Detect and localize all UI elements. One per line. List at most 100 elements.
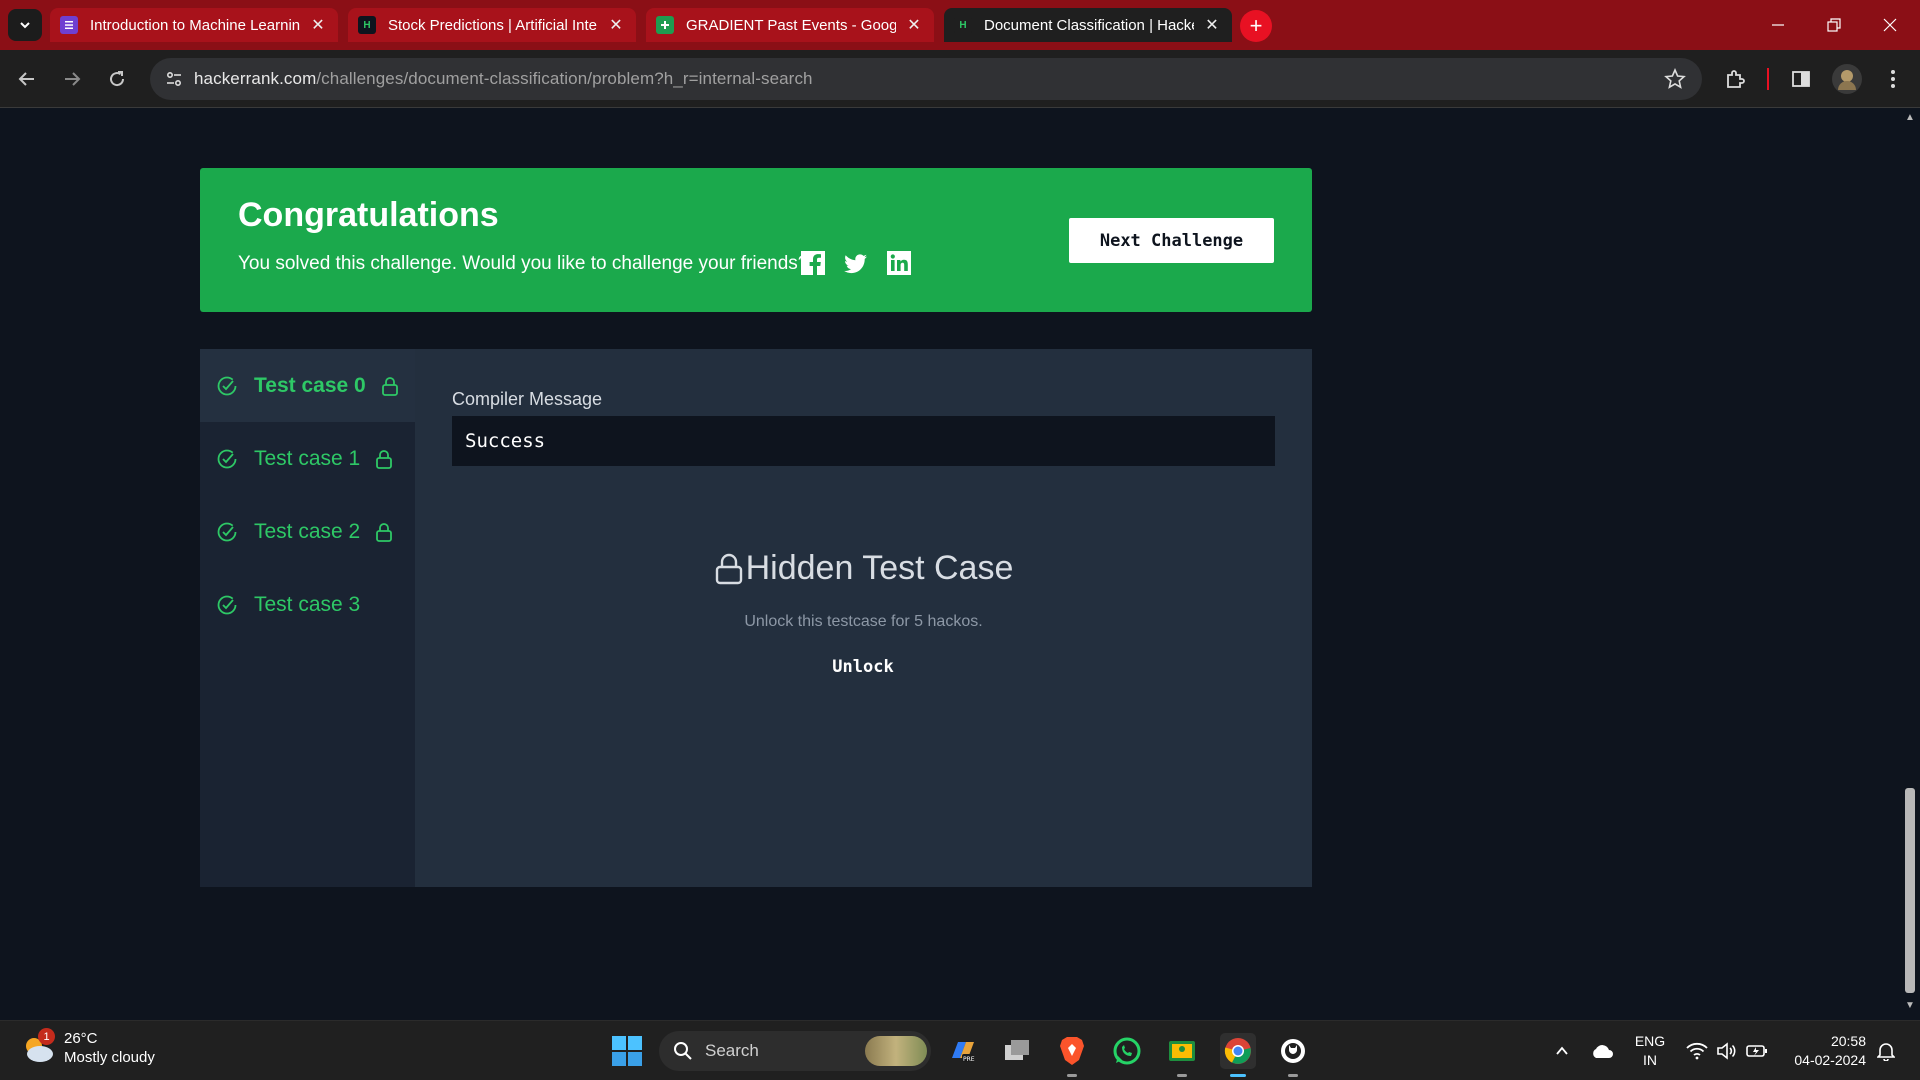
onedrive-button[interactable]: [1586, 1021, 1618, 1080]
close-icon[interactable]: ✕: [308, 15, 328, 35]
taskbar-task-view[interactable]: [999, 1033, 1035, 1069]
onedrive-cloud-icon: [1593, 1045, 1613, 1058]
lock-icon: [376, 449, 393, 469]
bookmark-star-icon[interactable]: [1664, 68, 1686, 90]
hackerrank-icon: H: [358, 16, 376, 34]
side-panel-button[interactable]: [1784, 62, 1818, 96]
test-case-tab-0[interactable]: Test case 0: [200, 349, 415, 422]
windows-start-icon[interactable]: [611, 1035, 643, 1067]
restore-button[interactable]: [1806, 0, 1862, 50]
taskbar-whatsapp[interactable]: [1109, 1033, 1145, 1069]
tab-intro-ml[interactable]: Introduction to Machine Learning ✕: [50, 8, 338, 42]
back-button[interactable]: [10, 62, 44, 96]
brave-icon: [1060, 1037, 1084, 1065]
close-window-button[interactable]: [1862, 0, 1918, 50]
clock-date: 04-02-2024: [1794, 1052, 1866, 1068]
compiler-message-output: Success: [452, 416, 1275, 466]
search-highlight-image: [865, 1036, 927, 1066]
hidden-test-case-subtitle: Unlock this testcase for 5 hackos.: [744, 613, 983, 630]
address-bar[interactable]: hackerrank.com/challenges/document-class…: [150, 58, 1702, 100]
hidden-test-case-heading: Hidden Test Case: [415, 549, 1312, 588]
new-tab-button[interactable]: +: [1240, 10, 1272, 42]
close-icon: [1883, 18, 1897, 32]
test-case-tab-1[interactable]: Test case 1: [200, 422, 415, 495]
close-icon[interactable]: ✕: [904, 15, 924, 35]
facebook-icon[interactable]: [800, 250, 826, 276]
next-challenge-button[interactable]: Next Challenge: [1069, 218, 1274, 263]
toolbar-divider: [1767, 68, 1769, 90]
lock-icon: [715, 553, 742, 584]
scroll-up-arrow-icon[interactable]: ▲: [1903, 112, 1917, 126]
language-code: ENG: [1634, 1033, 1666, 1049]
language-indicator[interactable]: ENG IN: [1630, 1032, 1670, 1070]
tab-search-button[interactable]: [8, 9, 42, 41]
cloudy-weather-icon: 1: [20, 1028, 56, 1066]
test-case-tab-2[interactable]: Test case 2: [200, 495, 415, 568]
running-indicator: [1067, 1074, 1077, 1077]
browser-tab-bar: Introduction to Machine Learning ✕ H Sto…: [0, 0, 1920, 50]
browser-menu-button[interactable]: [1876, 62, 1910, 96]
whatsapp-icon: [1113, 1037, 1141, 1065]
check-circle-icon: [217, 595, 237, 614]
avatar: [1832, 64, 1862, 94]
taskbar-chrome[interactable]: [1220, 1033, 1256, 1077]
compiler-message-label: Compiler Message: [452, 389, 603, 409]
extensions-button[interactable]: [1718, 62, 1752, 96]
tab-gradient-sheets[interactable]: GRADIENT Past Events - Google Sheets ✕: [646, 8, 934, 42]
banner-title: Congratulations: [238, 196, 499, 234]
test-case-tab-3[interactable]: Test case 3: [200, 568, 415, 641]
url-path: /challenges/document-classification/prob…: [316, 69, 813, 88]
tab-title: Introduction to Machine Learning: [90, 16, 300, 34]
speaker-icon: [1717, 1042, 1736, 1060]
url-domain: hackerrank.com: [194, 69, 317, 88]
test-case-label: Test case 1: [254, 446, 361, 470]
url-text: hackerrank.com/challenges/document-class…: [194, 69, 813, 89]
reload-button[interactable]: [100, 62, 134, 96]
page-content: Congratulations You solved this challeng…: [0, 108, 1900, 998]
forms-icon: [60, 16, 78, 34]
tab-stock-predictions[interactable]: H Stock Predictions | Artificial Intelli…: [348, 8, 636, 42]
tab-title: Document Classification | HackerRank: [984, 16, 1194, 34]
twitter-icon[interactable]: [843, 250, 869, 276]
unlock-button[interactable]: Unlock: [813, 649, 913, 685]
browser-toolbar: hackerrank.com/challenges/document-class…: [0, 50, 1920, 108]
copilot-icon: PRE: [952, 1042, 975, 1063]
page-scrollbar[interactable]: ▲ ▼: [1900, 108, 1920, 1020]
system-clock[interactable]: 20:58 04-02-2024: [1780, 1032, 1866, 1070]
taskbar-classroom[interactable]: [1164, 1033, 1200, 1077]
tab-title: Stock Predictions | Artificial Intellige…: [388, 16, 598, 34]
battery-button[interactable]: [1744, 1021, 1770, 1080]
minimize-button[interactable]: [1750, 0, 1806, 50]
volume-button[interactable]: [1714, 1021, 1740, 1080]
weather-temperature: 26°C: [64, 1030, 98, 1047]
test-case-detail: Compiler Message Success Hidden Test Cas…: [415, 349, 1312, 887]
show-hidden-icons-button[interactable]: [1548, 1021, 1576, 1080]
linkedin-icon[interactable]: [886, 250, 912, 276]
weather-widget[interactable]: 1 26°C Mostly cloudy: [20, 1028, 155, 1067]
arrow-right-icon: [65, 72, 81, 86]
taskbar-copilot[interactable]: PRE: [945, 1033, 981, 1069]
test-case-label: Test case 2: [254, 519, 361, 543]
notifications-button[interactable]: [1872, 1021, 1900, 1080]
wifi-button[interactable]: [1684, 1021, 1710, 1080]
close-icon[interactable]: ✕: [1202, 15, 1222, 35]
close-icon[interactable]: ✕: [606, 15, 626, 35]
forward-button[interactable]: [55, 62, 89, 96]
site-info-button[interactable]: [154, 58, 194, 100]
side-panel-icon: [1792, 71, 1810, 87]
scroll-thumb[interactable]: [1905, 788, 1915, 993]
tab-title: GRADIENT Past Events - Google Sheets: [686, 16, 896, 34]
google-classroom-icon: [1169, 1041, 1195, 1061]
profile-button[interactable]: [1830, 62, 1864, 96]
scroll-down-arrow-icon[interactable]: ▼: [1903, 1000, 1917, 1014]
puzzle-icon: [1727, 70, 1745, 88]
test-results-panel: Test case 0 Test case 1 Test case 2 Test…: [200, 349, 1312, 887]
taskbar-brave[interactable]: [1054, 1033, 1090, 1077]
reload-icon: [110, 71, 125, 87]
minimize-icon: [1772, 24, 1784, 26]
more-vert-icon: [1891, 70, 1895, 88]
taskbar-search[interactable]: Search: [659, 1031, 931, 1071]
tab-document-classification[interactable]: H Document Classification | HackerRank ✕: [944, 8, 1232, 42]
taskbar-github[interactable]: [1275, 1033, 1311, 1077]
battery-charging-icon: [1746, 1045, 1767, 1057]
